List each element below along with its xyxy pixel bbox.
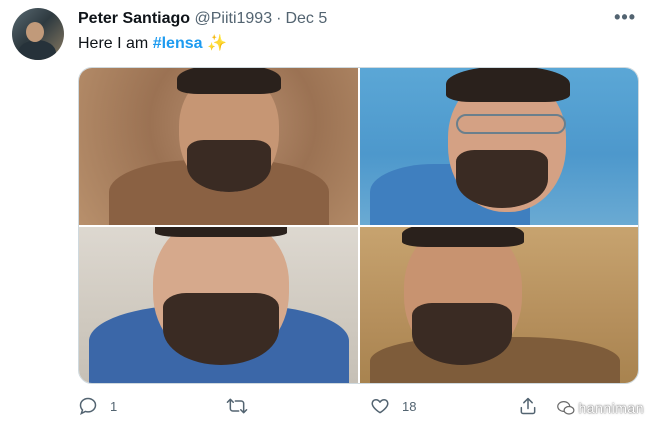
- beard: [455, 150, 548, 208]
- watermark: hanniman: [556, 400, 645, 416]
- reply-icon: [79, 397, 97, 416]
- portrait-photo-3[interactable]: [79, 226, 358, 383]
- beard: [163, 292, 279, 365]
- portrait-photo-1[interactable]: [79, 68, 358, 225]
- retweet-icon: [226, 398, 248, 414]
- like-button[interactable]: 18: [370, 396, 416, 416]
- heart-icon: [371, 399, 389, 414]
- eyeglasses: [455, 114, 566, 134]
- tweet-text-body: Here I am: [78, 35, 149, 52]
- tweet-text: Here I am #lensa ✨: [78, 34, 227, 54]
- avatar-body: [18, 40, 56, 60]
- separator-dot: ·: [276, 10, 282, 27]
- hashtag-link[interactable]: #lensa: [153, 35, 203, 52]
- share-icon: [520, 397, 536, 415]
- retweet-button[interactable]: [226, 396, 260, 416]
- hair: [155, 226, 287, 237]
- tweet[interactable]: Peter Santiago @Piiti1993 · Dec 5 ••• Here…: [0, 0, 660, 439]
- watermark-text: hanniman: [578, 400, 644, 416]
- user-handle[interactable]: @Piiti1993: [194, 10, 272, 27]
- portrait-photo-2[interactable]: [359, 68, 638, 225]
- action-bar: 1 18: [78, 396, 638, 420]
- wechat-icon: [556, 401, 574, 415]
- tweet-date[interactable]: Dec 5: [285, 10, 327, 27]
- share-button[interactable]: [518, 396, 538, 416]
- tweet-header: Peter Santiago @Piiti1993 · Dec 5: [78, 9, 327, 29]
- reply-count: 1: [110, 398, 118, 414]
- beard: [187, 140, 271, 192]
- display-name[interactable]: Peter Santiago: [78, 10, 190, 27]
- hair: [401, 226, 524, 247]
- portrait-photo-4[interactable]: [359, 226, 638, 383]
- reply-button[interactable]: 1: [78, 396, 117, 416]
- more-options-icon[interactable]: •••: [614, 8, 636, 26]
- avatar[interactable]: [12, 8, 64, 60]
- sparkles-emoji: ✨: [206, 35, 227, 52]
- media-grid: [78, 67, 639, 384]
- hair: [177, 68, 281, 94]
- beard: [411, 302, 512, 365]
- hair: [445, 68, 570, 102]
- like-count: 18: [402, 398, 417, 414]
- avatar-face: [26, 22, 44, 42]
